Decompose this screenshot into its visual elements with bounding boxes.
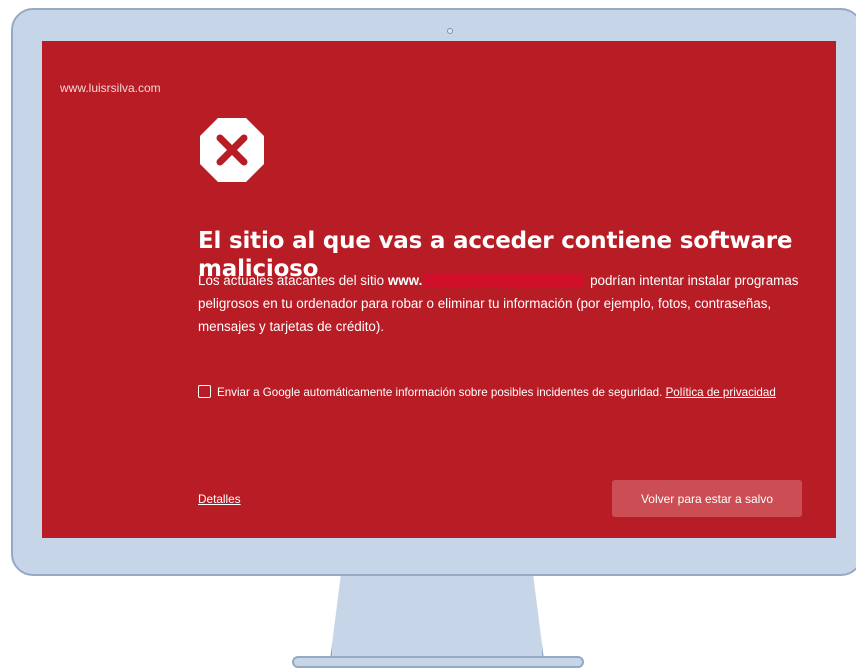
warning-screen: www.luisrsilva.com El sitio al que vas a…: [42, 41, 836, 538]
back-to-safety-button[interactable]: Volver para estar a salvo: [612, 480, 802, 517]
monitor-base: [292, 656, 584, 668]
privacy-policy-link[interactable]: Política de privacidad: [666, 386, 776, 399]
danger-icon: [200, 118, 264, 182]
monitor-stand: [330, 576, 544, 660]
webcam-dot: [447, 28, 453, 34]
site-url: www.: [387, 273, 423, 288]
details-link[interactable]: Detalles: [198, 492, 241, 506]
warning-description: Los actuales atacantes del sitio www. po…: [198, 269, 810, 338]
consent-row: Enviar a Google automáticamente informac…: [198, 382, 818, 404]
watermark: www.luisrsilva.com: [60, 81, 161, 95]
report-checkbox[interactable]: [198, 385, 211, 398]
description-prefix: Los actuales atacantes del sitio: [198, 273, 385, 288]
consent-label: Enviar a Google automáticamente informac…: [217, 386, 663, 399]
redacted-url: [424, 273, 585, 287]
